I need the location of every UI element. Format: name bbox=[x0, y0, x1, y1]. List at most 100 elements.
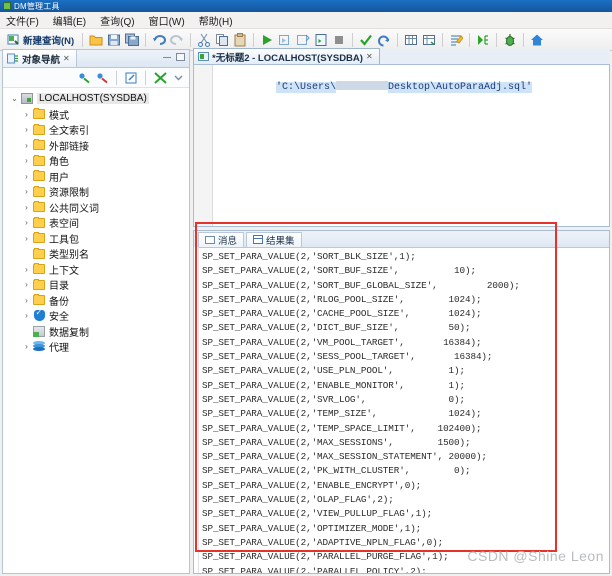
new-query-button[interactable]: 新建查询(N) bbox=[4, 33, 77, 47]
tree-item-label: 备份 bbox=[49, 296, 69, 308]
navigator-tab-close-icon[interactable]: ✕ bbox=[63, 54, 70, 63]
menu-item-file[interactable]: 文件(F) bbox=[6, 13, 39, 28]
folder-icon bbox=[32, 185, 46, 197]
tree-item[interactable]: › 表空间 bbox=[3, 215, 189, 231]
run-script-icon[interactable] bbox=[277, 32, 293, 48]
stop-icon[interactable] bbox=[331, 32, 347, 48]
tree-item[interactable]: › 代理 bbox=[3, 339, 189, 355]
tree-item-label: 目录 bbox=[49, 281, 69, 293]
chevron-right-icon[interactable]: › bbox=[21, 218, 32, 227]
message-icon bbox=[205, 235, 215, 244]
chevron-right-icon[interactable]: › bbox=[21, 125, 32, 134]
chevron-right-icon[interactable]: › bbox=[21, 156, 32, 165]
sql-editor[interactable]: 'C:\Users\ Desktop\AutoParaAdj.sql' bbox=[193, 64, 610, 227]
toolbar-separator bbox=[469, 32, 471, 47]
cut-icon[interactable] bbox=[196, 32, 212, 48]
tree-item[interactable]: › 安全 bbox=[3, 308, 189, 324]
tree-item[interactable]: › 模式 bbox=[3, 107, 189, 123]
maximize-icon[interactable] bbox=[176, 53, 185, 61]
tree-item[interactable]: › 公共同义词 bbox=[3, 200, 189, 216]
edit-icon[interactable] bbox=[124, 71, 138, 85]
grid-result-icon[interactable] bbox=[403, 32, 419, 48]
explain-plan-icon[interactable] bbox=[313, 32, 329, 48]
editor-line-1[interactable]: 'C:\Users\ Desktop\AutoParaAdj.sql' bbox=[216, 70, 533, 104]
chevron-right-icon[interactable]: › bbox=[21, 234, 32, 243]
messages-output[interactable]: SP_SET_PARA_VALUE(2,'SORT_BLK_SIZE',1); S… bbox=[194, 247, 609, 573]
tree-item[interactable]: › 用户 bbox=[3, 169, 189, 185]
view-menu-icon[interactable] bbox=[171, 71, 185, 85]
chevron-down-icon[interactable]: ⌄ bbox=[9, 94, 20, 103]
tree-item[interactable]: 类型别名 bbox=[3, 246, 189, 262]
tree-item-label: 模式 bbox=[49, 110, 69, 122]
step-icon[interactable] bbox=[475, 32, 491, 48]
navigator-toolbar-separator bbox=[116, 70, 117, 85]
folder-icon bbox=[32, 139, 46, 151]
chevron-right-icon[interactable]: › bbox=[21, 296, 32, 305]
tree-item-label: 用户 bbox=[49, 172, 69, 184]
disconnect-icon[interactable] bbox=[95, 71, 109, 85]
redo-icon[interactable] bbox=[169, 32, 185, 48]
output-line: SP_SET_PARA_VALUE(2,'DICT_BUF_SIZE', 50)… bbox=[202, 322, 471, 334]
output-line: SP_SET_PARA_VALUE(2,'ENABLE_MONITOR', 1)… bbox=[202, 379, 465, 391]
home-icon[interactable] bbox=[529, 32, 545, 48]
collapse-all-icon[interactable] bbox=[153, 71, 167, 85]
tree-item[interactable]: › 工具包 bbox=[3, 231, 189, 247]
tree-item[interactable]: › 角色 bbox=[3, 153, 189, 169]
run-icon[interactable] bbox=[259, 32, 275, 48]
title-bar: DM管理工具 bbox=[0, 0, 612, 12]
tab-messages[interactable]: 消息 bbox=[198, 231, 245, 247]
minimize-icon[interactable] bbox=[163, 53, 171, 58]
chevron-right-icon[interactable]: › bbox=[21, 203, 32, 212]
agent-icon bbox=[32, 341, 46, 352]
grid-export-icon[interactable] bbox=[421, 32, 437, 48]
editor-tab-close-icon[interactable]: ✕ bbox=[366, 52, 373, 61]
editor-path-prefix: 'C:\Users\ bbox=[276, 82, 337, 93]
chevron-right-icon[interactable]: › bbox=[21, 187, 32, 196]
copy-icon[interactable] bbox=[214, 32, 230, 48]
tree-item[interactable]: › 全文索引 bbox=[3, 122, 189, 138]
menu-item-query[interactable]: 查询(Q) bbox=[100, 13, 134, 28]
tree-item[interactable]: 数据复制 bbox=[3, 324, 189, 340]
tab-untitled2[interactable]: *无标题2 - LOCALHOST(SYSDBA) ✕ bbox=[193, 48, 380, 64]
folder-icon bbox=[32, 170, 46, 182]
open-file-icon[interactable] bbox=[88, 32, 104, 48]
chevron-right-icon[interactable]: › bbox=[21, 280, 32, 289]
chevron-right-icon[interactable]: › bbox=[21, 172, 32, 181]
undo-icon[interactable] bbox=[151, 32, 167, 48]
tree-item[interactable]: › 外部链接 bbox=[3, 138, 189, 154]
folder-icon bbox=[32, 123, 46, 135]
rollback-icon[interactable] bbox=[376, 32, 392, 48]
tab-resultset[interactable]: 结果集 bbox=[246, 231, 302, 247]
tree-item-label: 表空间 bbox=[49, 219, 79, 231]
save-icon[interactable] bbox=[106, 32, 122, 48]
connect-icon[interactable] bbox=[77, 71, 91, 85]
chevron-right-icon[interactable]: › bbox=[21, 311, 32, 320]
paste-icon[interactable] bbox=[232, 32, 248, 48]
tree-item[interactable]: › 备份 bbox=[3, 293, 189, 309]
chevron-right-icon[interactable]: › bbox=[21, 265, 32, 274]
tree-root-label: LOCALHOST(SYSDBA) bbox=[37, 93, 149, 105]
menu-item-help[interactable]: 帮助(H) bbox=[199, 13, 233, 28]
editor-tab-label: *无标题2 - LOCALHOST(SYSDBA) bbox=[212, 52, 363, 64]
tree-item[interactable]: › 目录 bbox=[3, 277, 189, 293]
output-line: SP_SET_PARA_VALUE(2,'PARALLEL_POLICY',2)… bbox=[202, 565, 427, 573]
debug-icon[interactable] bbox=[502, 32, 518, 48]
redacted-username bbox=[336, 81, 389, 90]
chevron-right-icon[interactable]: › bbox=[21, 110, 32, 119]
tree-item[interactable]: › 上下文 bbox=[3, 262, 189, 278]
menu-item-edit[interactable]: 编辑(E) bbox=[53, 13, 86, 28]
tree-root-localhost[interactable]: ⌄ LOCALHOST(SYSDBA) bbox=[3, 91, 189, 107]
tree-item[interactable]: › 资源限制 bbox=[3, 184, 189, 200]
tab-object-navigator[interactable]: 对象导航 ✕ bbox=[3, 50, 77, 67]
save-all-icon[interactable] bbox=[124, 32, 140, 48]
folder-icon bbox=[32, 247, 46, 259]
menu-item-window[interactable]: 窗口(W) bbox=[149, 13, 185, 28]
check-syntax-icon[interactable] bbox=[358, 32, 374, 48]
format-sql-icon[interactable] bbox=[448, 32, 464, 48]
editor-pane: *无标题2 - LOCALHOST(SYSDBA) ✕ 'C:\Users\ De… bbox=[193, 48, 610, 574]
chevron-right-icon[interactable]: › bbox=[21, 342, 32, 351]
run-to-cursor-icon[interactable] bbox=[295, 32, 311, 48]
chevron-right-icon[interactable]: › bbox=[21, 141, 32, 150]
output-line: SP_SET_PARA_VALUE(2,'VM_POOL_TARGET', 16… bbox=[202, 336, 482, 348]
output-line: SP_SET_PARA_VALUE(2,'SORT_BUF_GLOBAL_SIZ… bbox=[202, 279, 520, 291]
